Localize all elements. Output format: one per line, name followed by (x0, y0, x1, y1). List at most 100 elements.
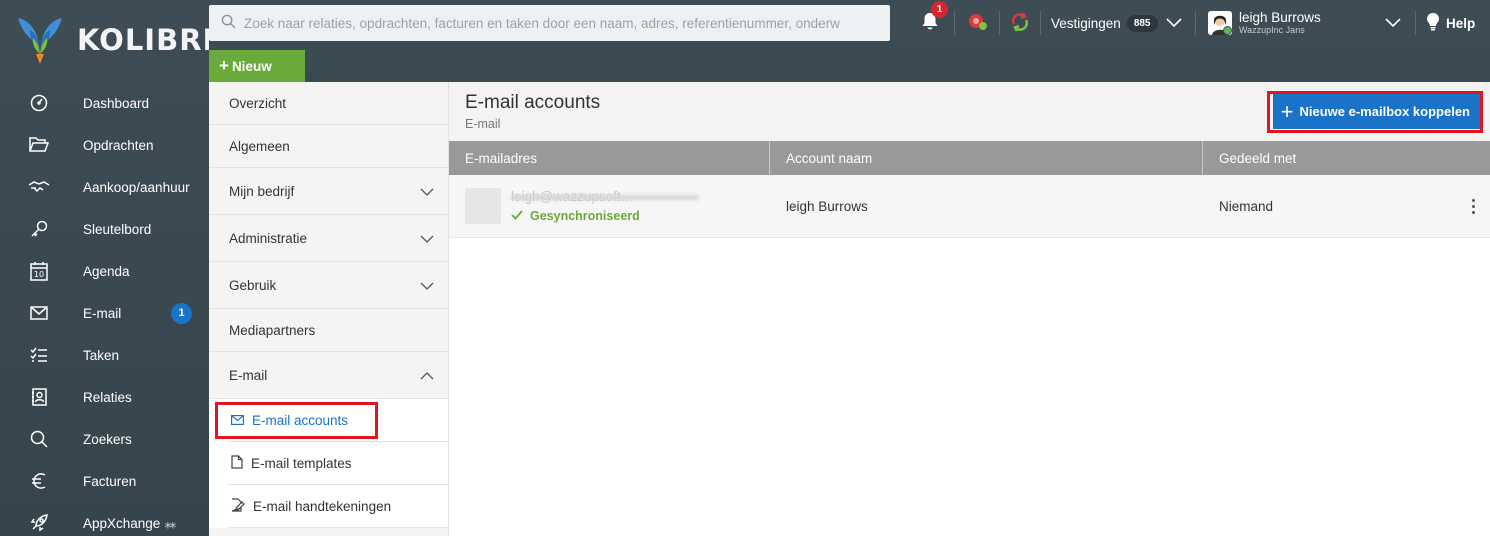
subnav-item-label: Mediapartners (229, 322, 316, 338)
document-icon (231, 454, 251, 472)
sidebar-item-label: Dashboard (83, 95, 150, 111)
subnav-item-administratie[interactable]: Administratie (209, 215, 448, 262)
status-indicator[interactable] (967, 0, 989, 46)
sync-icon (1010, 11, 1030, 35)
tasks-icon (28, 344, 50, 366)
add-mailbox-label: Nieuwe e-mailbox koppelen (1299, 104, 1471, 119)
brand-logo[interactable]: KOLIBRI (0, 0, 213, 80)
divider (954, 0, 955, 46)
help-button[interactable]: Help (1426, 0, 1475, 46)
sidebar-item-email[interactable]: E-mail 1 (0, 292, 209, 334)
branches-count-badge: 885 (1126, 14, 1158, 32)
sidebar-item-dashboard[interactable]: Dashboard (0, 82, 209, 124)
sync-status: Gesynchroniseerd (511, 209, 640, 223)
subnav-item-email-signatures[interactable]: E-mail handtekeningen (229, 485, 448, 528)
sidebar-item-label: Sleutelbord (83, 221, 152, 237)
kolibri-logo-icon (16, 14, 64, 66)
sidebar-item-aankoop[interactable]: Aankoop/aanhuur (0, 166, 209, 208)
sidebar-item-agenda[interactable]: 10 Agenda (0, 250, 209, 292)
sidebar-item-sleutelbord[interactable]: Sleutelbord (0, 208, 209, 250)
table-row[interactable]: leigh@wazzupsoft… Gesynchroniseerd leigh… (449, 175, 1490, 238)
sidebar-item-label: Relaties (83, 389, 132, 405)
plus-icon: + (219, 56, 229, 75)
chevron-down-icon (420, 231, 434, 246)
subnav-item-label: Algemeen (229, 138, 290, 154)
record-icon (967, 12, 989, 35)
checkmark-icon (511, 209, 523, 223)
sidebar-item-taken[interactable]: Taken (0, 334, 209, 376)
calendar-icon: 10 (28, 260, 50, 282)
add-mailbox-button[interactable]: + Nieuwe e-mailbox koppelen (1272, 94, 1480, 129)
subnav-item-label: E-mail accounts (252, 412, 349, 428)
sidebar-item-relaties[interactable]: Relaties (0, 376, 209, 418)
new-button[interactable]: + Nieuw (209, 50, 305, 82)
divider (1195, 0, 1196, 46)
sidebar-item-label: E-mail (83, 305, 122, 321)
user-menu[interactable]: leigh Burrows WazzupInc Jans (1208, 0, 1321, 46)
rocket-icon (28, 512, 50, 534)
column-header-account[interactable]: Account naam (770, 141, 1203, 175)
bell-icon[interactable]: 1 (921, 1, 948, 34)
shared-with-cell: Niemand (1219, 198, 1274, 214)
sidebar-item-zoekers[interactable]: Zoekers (0, 418, 209, 460)
settings-subnav: Overzicht Algemeen Mijn bedrijf Administ… (209, 82, 449, 536)
branches-label: Vestigingen (1051, 15, 1121, 31)
signature-icon (231, 497, 253, 515)
subnav-item-email-accounts[interactable]: E-mail accounts (229, 399, 448, 442)
chevron-up-icon (420, 368, 434, 383)
main-nav: Dashboard Opdrachten Aankoop/aanhuur Sle… (0, 82, 209, 536)
chevron-down-icon (1165, 16, 1182, 31)
subnav-item-label: Mijn bedrijf (229, 183, 295, 199)
user-name: leigh Burrows (1239, 9, 1321, 25)
table-header: E-mailadres Account naam Gedeeld met (449, 141, 1490, 175)
main-sidebar: KOLIBRI Dashboard Opdrachten Aankoop/aan… (0, 0, 213, 536)
search-input[interactable] (244, 15, 864, 31)
dashboard-icon (28, 92, 50, 114)
subnav-item-label: E-mail templates (251, 455, 352, 471)
notifications[interactable]: 1 (921, 0, 948, 46)
email-address: leigh@wazzupsoft… (511, 189, 699, 205)
email-count-badge: 1 (171, 302, 192, 324)
row-actions-menu-icon[interactable] (1466, 195, 1480, 217)
folder-icon (28, 134, 50, 156)
sync-status-label: Gesynchroniseerd (530, 209, 640, 223)
page-header: E-mail accounts E-mail + Nieuwe e-mailbo… (449, 82, 1490, 141)
subnav-item-email[interactable]: E-mail (209, 352, 448, 399)
email-submenu: E-mail accounts E-mail templates E-mail … (209, 399, 448, 528)
top-bar: + Nieuw 1 Vestigingen 885 leigh Burrows (209, 0, 1490, 82)
redaction-bar (511, 195, 699, 200)
subnav-item-label: Overzicht (229, 95, 287, 111)
subnav-item-algemeen[interactable]: Algemeen (209, 125, 448, 168)
subnav-item-label: Administratie (229, 230, 308, 246)
new-button-label: Nieuw (231, 58, 272, 74)
mail-icon (231, 413, 252, 428)
sidebar-item-label: AppXchange (83, 515, 161, 531)
subnav-item-label: E-mail handtekeningen (253, 498, 392, 514)
sidebar-item-label: Opdrachten (83, 137, 154, 153)
divider (1415, 0, 1416, 46)
subnav-item-overzicht[interactable]: Overzicht (209, 82, 448, 125)
column-header-email[interactable]: E-mailadres (449, 141, 770, 175)
subnav-item-email-templates[interactable]: E-mail templates (229, 442, 448, 485)
subnav-item-label: E-mail (229, 367, 268, 383)
column-header-shared[interactable]: Gedeeld met (1203, 141, 1490, 175)
contacts-icon (28, 386, 50, 408)
subnav-item-mijn-bedrijf[interactable]: Mijn bedrijf (209, 168, 448, 215)
brand-name: KOLIBRI (77, 23, 215, 57)
branches-dropdown[interactable]: Vestigingen 885 (1051, 0, 1182, 46)
sync-toggle[interactable] (1010, 0, 1030, 46)
sidebar-item-facturen[interactable]: Facturen (0, 460, 209, 502)
user-organization: WazzupInc Jans (1239, 24, 1305, 35)
sidebar-item-label: Facturen (83, 473, 137, 489)
user-menu-toggle[interactable] (1385, 0, 1401, 46)
divider (1040, 0, 1041, 46)
subnav-item-mediapartners[interactable]: Mediapartners (209, 309, 448, 352)
sidebar-item-opdrachten[interactable]: Opdrachten (0, 124, 209, 166)
global-search[interactable] (209, 5, 890, 41)
subnav-item-gebruik[interactable]: Gebruik (209, 262, 448, 309)
mail-icon (28, 302, 50, 324)
main-content: E-mail accounts E-mail + Nieuwe e-mailbo… (449, 82, 1490, 536)
sidebar-item-appxchange[interactable]: AppXchange ⁎⁎ (0, 502, 209, 536)
sparkle-icon: ⁎⁎ (164, 514, 176, 531)
lightbulb-icon (1426, 12, 1440, 34)
